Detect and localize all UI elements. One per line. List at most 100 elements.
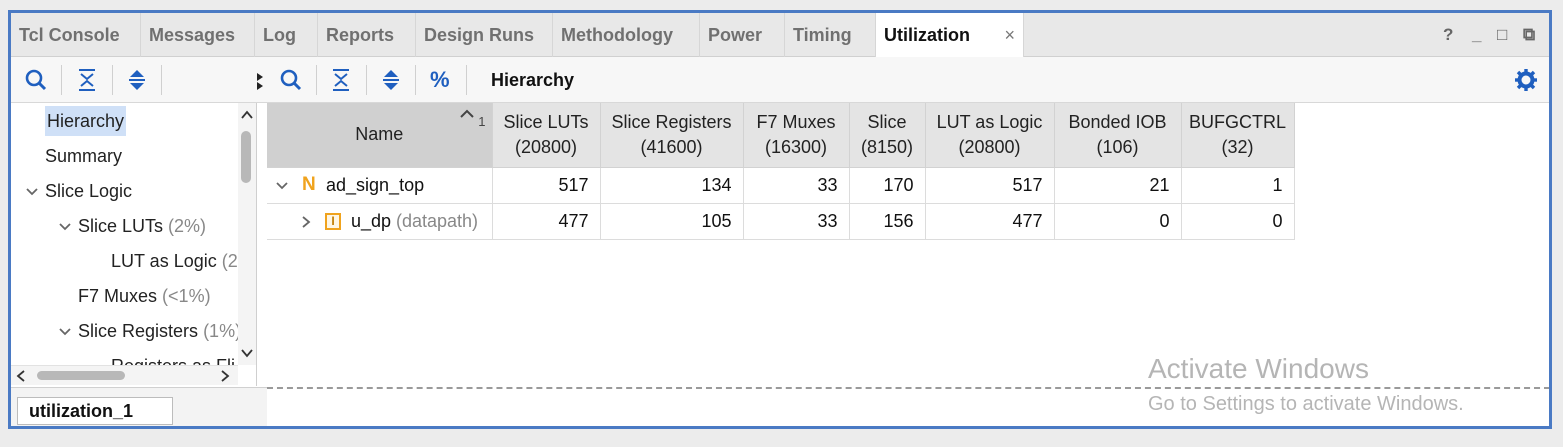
table-collapse-all-icon[interactable] <box>328 67 354 93</box>
column-header-capacity: (8150) <box>860 136 914 157</box>
scroll-left-icon[interactable] <box>15 369 27 383</box>
tree-item-label: LUT as Logic <box>111 251 217 271</box>
instance-name: u_dp <box>351 210 392 231</box>
column-header-label: Slice LUTs <box>503 111 589 132</box>
cell-lut-as-logic: 517 <box>925 167 1055 204</box>
vertical-scrollbar-thumb[interactable] <box>241 131 251 183</box>
tree-item-summary[interactable]: Summary <box>45 141 122 171</box>
scroll-right-icon[interactable] <box>219 369 231 383</box>
tree-item-slice-luts[interactable]: Slice LUTs (2%) <box>78 211 206 241</box>
cell-bonded-iob: 0 <box>1054 203 1182 240</box>
table-header-row: Name 1 Slice LUTs (20800) Slice Register… <box>267 103 1295 168</box>
cell-name[interactable]: I u_dp (datapath) <box>267 203 493 240</box>
chevron-right-icon[interactable] <box>300 215 312 229</box>
chevron-down-icon[interactable] <box>58 325 72 339</box>
report-tab-utilization-1[interactable]: utilization_1 <box>17 397 173 425</box>
tab-design-runs[interactable]: Design Runs <box>416 13 553 57</box>
tab-label: Power <box>708 25 763 45</box>
pane-divider <box>267 387 1549 389</box>
tree-item-percent: (1%) <box>203 321 242 341</box>
column-header-label: LUT as Logic <box>936 111 1043 132</box>
tree-item-label: Summary <box>45 146 123 166</box>
instance-icon: I <box>325 212 341 230</box>
tree-item-slice-registers[interactable]: Slice Registers (1%) <box>78 316 241 346</box>
horizontal-scrollbar-thumb[interactable] <box>37 371 125 380</box>
help-icon[interactable]: ? <box>1443 13 1453 57</box>
column-header-label: Name <box>355 124 404 145</box>
column-header-capacity: (20800) <box>514 136 578 157</box>
tab-power[interactable]: Power <box>700 13 785 57</box>
close-tab-icon[interactable]: × <box>1004 13 1015 57</box>
utilization-table: Name 1 Slice LUTs (20800) Slice Register… <box>267 103 1295 240</box>
chevron-down-icon[interactable] <box>25 185 39 199</box>
tree-item-label: Hierarchy <box>47 111 125 131</box>
tab-log[interactable]: Log <box>255 13 318 57</box>
tab-reports[interactable]: Reports <box>318 13 416 57</box>
table-expand-all-icon[interactable] <box>378 67 404 93</box>
tab-utilization[interactable]: Utilization × <box>876 13 1024 57</box>
chevron-down-icon[interactable] <box>58 220 72 234</box>
tree-item-slice-logic[interactable]: Slice Logic <box>45 176 132 206</box>
column-header-name[interactable]: Name 1 <box>267 103 493 168</box>
tree-item-label: Slice Logic <box>45 181 133 201</box>
cell-f7-muxes: 33 <box>743 203 850 240</box>
column-header-bonded-iob[interactable]: Bonded IOB (106) <box>1054 103 1182 168</box>
tree-item-f7-muxes[interactable]: F7 Muxes (<1%) <box>78 281 211 311</box>
tab-label: Log <box>263 25 296 45</box>
tab-label: Design Runs <box>424 25 535 45</box>
column-header-label: BUFGCTRL <box>1188 111 1286 132</box>
column-header-capacity: (32) <box>1221 136 1254 157</box>
scroll-up-icon[interactable] <box>240 109 254 121</box>
tree-item-label: Slice LUTs <box>78 216 164 236</box>
table-row[interactable]: I u_dp (datapath) 477 105 33 156 477 0 0 <box>267 203 1295 240</box>
expand-all-icon[interactable] <box>124 67 150 93</box>
column-header-capacity: (106) <box>1096 136 1139 157</box>
column-header-f7-muxes[interactable]: F7 Muxes (16300) <box>743 103 850 168</box>
sort-ascending-icon: 1 <box>459 109 486 134</box>
more-tools-icon[interactable] <box>255 71 265 91</box>
tab-methodology[interactable]: Methodology <box>553 13 700 57</box>
cell-name[interactable]: N ad_sign_top <box>267 167 493 204</box>
chevron-down-icon[interactable] <box>275 180 289 192</box>
cell-slice: 156 <box>849 203 926 240</box>
tree-item-hierarchy[interactable]: Hierarchy <box>45 106 127 136</box>
utilization-window: Tcl Console Messages Log Reports Design … <box>8 10 1552 429</box>
minimize-icon[interactable]: _ <box>1472 13 1481 57</box>
column-header-slice[interactable]: Slice (8150) <box>849 103 926 168</box>
collapse-all-icon[interactable] <box>74 67 100 93</box>
column-header-bufgctrl[interactable]: BUFGCTRL (32) <box>1181 103 1295 168</box>
scroll-down-icon[interactable] <box>240 347 254 359</box>
tab-tcl-console[interactable]: Tcl Console <box>11 13 141 57</box>
cell-slice-luts: 517 <box>492 167 601 204</box>
table-search-icon[interactable] <box>278 67 304 93</box>
column-header-slice-registers[interactable]: Slice Registers (41600) <box>600 103 744 168</box>
sort-order-number: 1 <box>478 114 486 129</box>
percent-toggle-button[interactable]: % <box>430 57 450 103</box>
search-icon[interactable] <box>23 67 49 93</box>
tab-label: Methodology <box>561 25 673 45</box>
column-header-label: Bonded IOB <box>1068 111 1167 132</box>
cell-slice-registers: 105 <box>600 203 744 240</box>
tab-label: Reports <box>326 25 395 45</box>
instance-type: (datapath) <box>396 210 479 231</box>
tab-messages[interactable]: Messages <box>141 13 255 57</box>
tree-item-percent: (<1%) <box>162 286 211 306</box>
table-row[interactable]: N ad_sign_top 517 134 33 170 517 21 1 <box>267 167 1295 204</box>
cell-bufgctrl: 1 <box>1181 167 1295 204</box>
maximize-icon[interactable]: □ <box>1497 13 1507 57</box>
netlist-module-icon: N <box>302 173 316 195</box>
toolbar: % Hierarchy <box>11 57 1549 103</box>
settings-gear-icon[interactable] <box>1513 67 1539 93</box>
column-header-slice-luts[interactable]: Slice LUTs (20800) <box>492 103 601 168</box>
utilization-table-pane: Name 1 Slice LUTs (20800) Slice Register… <box>267 103 1549 386</box>
cell-slice: 170 <box>849 167 926 204</box>
tab-bar: Tcl Console Messages Log Reports Design … <box>11 13 1549 57</box>
instance-name: ad_sign_top <box>326 174 425 195</box>
restore-icon[interactable]: ⧉ <box>1523 13 1535 57</box>
tree-item-lut-as-logic[interactable]: LUT as Logic (2% <box>111 246 254 276</box>
tab-label: Tcl Console <box>19 25 120 45</box>
tree-item-percent: (2%) <box>168 216 207 236</box>
cell-lut-as-logic: 477 <box>925 203 1055 240</box>
tab-timing[interactable]: Timing <box>785 13 876 57</box>
column-header-lut-as-logic[interactable]: LUT as Logic (20800) <box>925 103 1055 168</box>
